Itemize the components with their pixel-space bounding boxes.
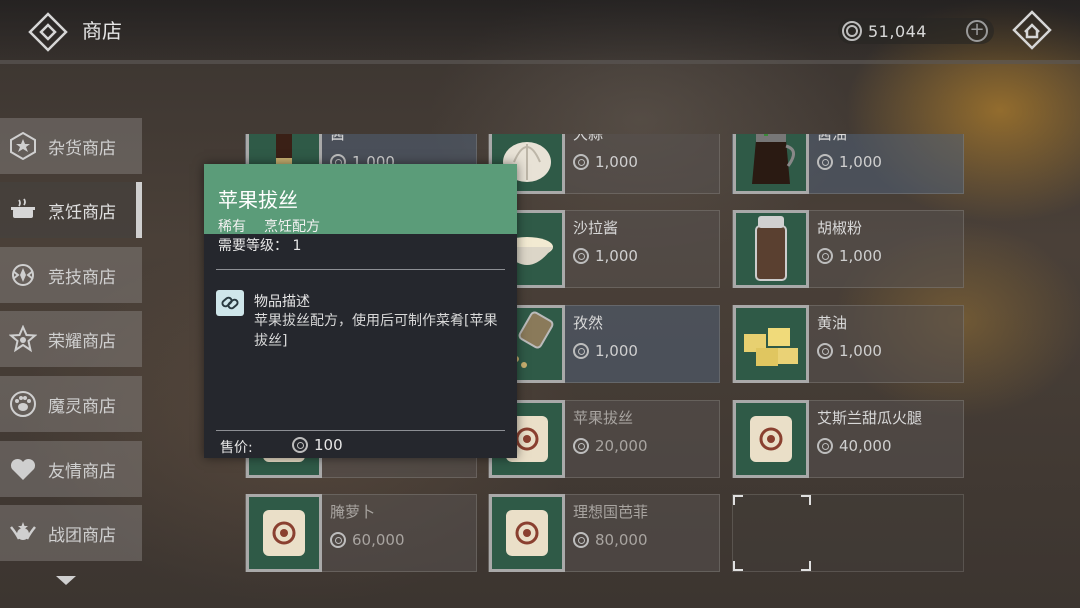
item-name: 孜然 <box>573 314 604 332</box>
page-title: 商店 <box>82 19 122 43</box>
item-name: 沙拉酱 <box>573 219 619 237</box>
tooltip-title: 苹果拔丝 <box>218 188 298 212</box>
sidebar-item-spirit-store[interactable]: 魔灵商店 <box>0 376 142 432</box>
sidebar-item-label: 烹饪商店 <box>48 202 116 223</box>
recipe-scroll-icon <box>489 494 565 572</box>
item-name: 酱 <box>330 134 346 143</box>
coin-icon <box>573 532 589 548</box>
coin-icon <box>842 21 862 41</box>
item-name: 苹果拔丝 <box>573 409 634 427</box>
cooking-pot-icon <box>8 195 38 225</box>
shop-item-card[interactable]: 艾斯兰甜瓜火腿 40,000 <box>732 400 964 478</box>
shop-item-card[interactable]: 黄油 1,000 <box>732 305 964 383</box>
tooltip-divider <box>216 430 505 431</box>
coin-icon <box>573 438 589 454</box>
empty-item-slot <box>732 494 964 572</box>
item-name: 腌萝卜 <box>330 503 376 521</box>
shop-item-card[interactable]: 胡椒粉 1,000 <box>732 210 964 288</box>
hexagon-star-icon <box>8 131 38 161</box>
slot-corner-bracket <box>801 561 811 571</box>
star-emblem-icon <box>8 324 38 354</box>
coin-icon <box>817 343 833 359</box>
home-icon[interactable] <box>1012 10 1052 50</box>
add-currency-button[interactable]: + <box>966 20 988 42</box>
shop-item-card[interactable]: 沙拉酱 1,000 <box>488 210 720 288</box>
coin-icon <box>573 343 589 359</box>
tooltip-tags: 稀有 烹饪配方 <box>218 216 320 236</box>
recipe-scroll-icon <box>733 400 809 478</box>
diamond-back-icon[interactable] <box>28 12 68 52</box>
coin-icon <box>817 438 833 454</box>
tooltip-divider <box>216 269 505 270</box>
sauce-pitcher-icon <box>733 134 809 194</box>
slot-corner-bracket <box>733 561 743 571</box>
scroll-down-arrow-icon[interactable] <box>56 576 76 585</box>
butter-icon <box>733 305 809 383</box>
item-name: 理想国芭菲 <box>573 503 649 521</box>
coin-icon <box>817 154 833 170</box>
item-price: 1,000 <box>573 153 638 171</box>
sidebar-item-guild-store[interactable]: 战团商店 <box>0 505 142 561</box>
winged-badge-icon <box>8 518 38 548</box>
tooltip-sell-price: 100 <box>292 436 343 454</box>
item-price: 1,000 <box>817 342 882 360</box>
coin-icon <box>292 437 308 453</box>
sidebar-item-honor-store[interactable]: 荣耀商店 <box>0 311 142 367</box>
tooltip-description-title: 物品描述 <box>254 294 310 310</box>
shop-item-card[interactable]: 大蒜 1,000 <box>488 134 720 194</box>
sidebar-item-label: 杂货商店 <box>48 138 116 159</box>
tooltip-header: 苹果拔丝 稀有 烹饪配方 <box>204 164 517 236</box>
coin-icon <box>330 532 346 548</box>
sidebar-item-arena-store[interactable]: 竞技商店 <box>0 247 142 303</box>
sidebar-item-general-store[interactable]: 杂货商店 <box>0 118 142 174</box>
item-price: 1,000 <box>573 342 638 360</box>
sidebar-item-friendship-store[interactable]: 友情商店 <box>0 441 142 497</box>
top-bar-divider <box>0 60 1080 64</box>
item-price: 20,000 <box>573 437 648 455</box>
tooltip-description: 苹果拔丝配方，使用后可制作菜肴[苹果拔丝] <box>254 313 498 349</box>
coin-icon <box>817 248 833 264</box>
item-price: 1,000 <box>817 247 882 265</box>
sidebar-item-label: 战团商店 <box>48 525 116 546</box>
slot-corner-bracket <box>733 495 743 505</box>
item-price: 1,000 <box>817 153 882 171</box>
shop-item-card[interactable]: 理想国芭菲 80,000 <box>488 494 720 572</box>
sidebar-item-label: 魔灵商店 <box>48 396 116 417</box>
tooltip-level-requirement: 需要等级： 1 <box>218 238 302 254</box>
recipe-scroll-icon <box>246 494 322 572</box>
pepper-jar-icon <box>733 210 809 288</box>
currency-display: 51,044 + <box>838 18 994 44</box>
item-price: 1,000 <box>573 247 638 265</box>
slot-corner-bracket <box>801 495 811 505</box>
shop-item-card[interactable]: 苹果拔丝 20,000 <box>488 400 720 478</box>
sidebar-item-label: 友情商店 <box>48 461 116 482</box>
shop-item-card[interactable]: 孜然 1,000 <box>488 305 720 383</box>
item-name: 酱油 <box>817 134 848 143</box>
item-name: 大蒜 <box>573 134 604 143</box>
coin-icon <box>573 154 589 170</box>
paw-icon <box>8 389 38 419</box>
tooltip-rarity: 稀有 <box>218 219 246 235</box>
item-price: 80,000 <box>573 531 648 549</box>
shop-item-card[interactable]: 酱油 1,000 <box>732 134 964 194</box>
item-name: 艾斯兰甜瓜火腿 <box>817 409 923 427</box>
sidebar-item-label: 荣耀商店 <box>48 331 116 352</box>
item-price: 40,000 <box>817 437 892 455</box>
item-price: 60,000 <box>330 531 405 549</box>
tooltip-sell-label: 售价: <box>220 440 253 456</box>
shop-item-card[interactable]: 腌萝卜 60,000 <box>245 494 477 572</box>
item-tooltip: 苹果拔丝 稀有 烹饪配方 需要等级： 1 物品描述 苹果拔丝配方，使用后可制作菜… <box>204 164 517 458</box>
currency-amount: 51,044 <box>868 21 927 41</box>
sidebar-item-cooking-store[interactable]: 烹饪商店 <box>0 182 142 238</box>
coin-icon <box>573 248 589 264</box>
tooltip-category: 烹饪配方 <box>264 219 320 235</box>
sidebar-item-label: 竞技商店 <box>48 267 116 288</box>
item-name: 胡椒粉 <box>817 219 863 237</box>
top-bar: 商店 51,044 + <box>0 0 1080 60</box>
link-icon <box>216 290 244 316</box>
item-name: 黄油 <box>817 314 848 332</box>
arena-emblem-icon <box>8 260 38 290</box>
heart-icon <box>8 454 38 484</box>
